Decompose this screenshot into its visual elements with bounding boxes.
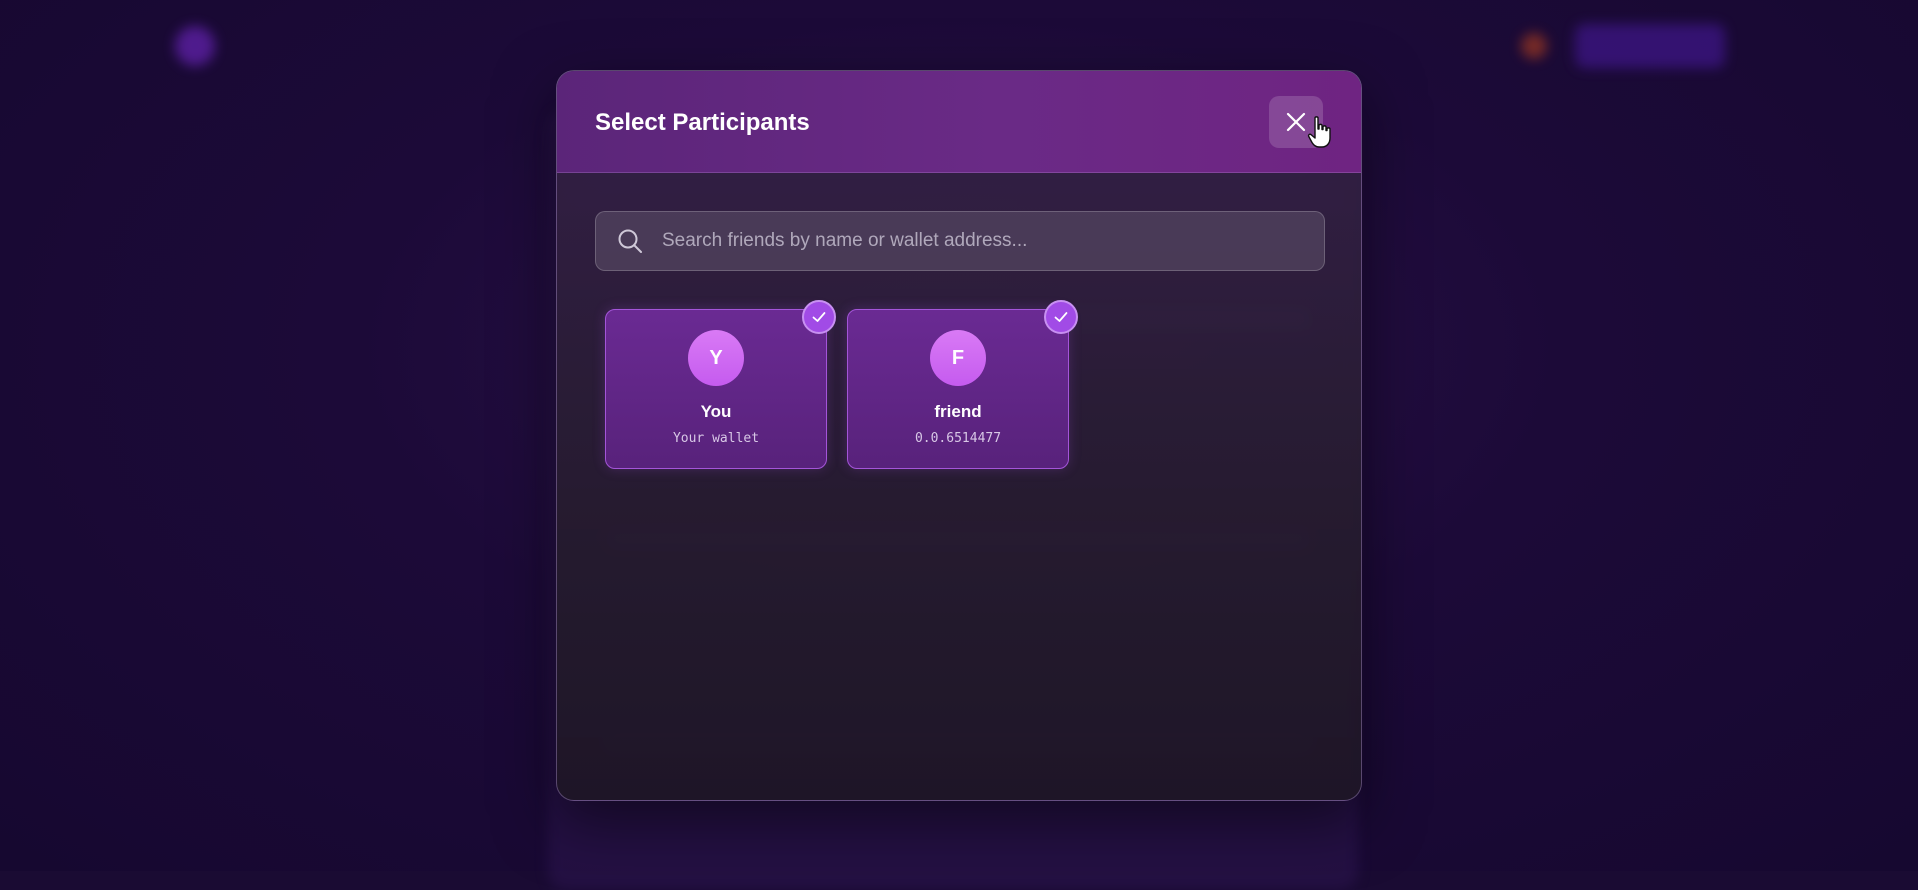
- modal-header: Select Participants: [557, 71, 1361, 173]
- search-input[interactable]: [662, 212, 1324, 270]
- select-participants-modal: Select Participants Y You Your wallet: [556, 70, 1362, 801]
- check-icon: [1053, 309, 1069, 325]
- background-navbar: [175, 18, 1725, 73]
- close-icon: [1284, 110, 1308, 134]
- avatar: Y: [688, 330, 744, 386]
- participant-list: Y You Your wallet F friend 0.0.6514477: [605, 309, 1069, 469]
- participant-wallet: Your wallet: [673, 431, 759, 446]
- participant-name: You: [701, 402, 732, 422]
- background-logo: [175, 26, 215, 66]
- search-icon: [616, 227, 644, 255]
- search-box: [595, 211, 1325, 271]
- participant-card-friend[interactable]: F friend 0.0.6514477: [847, 309, 1069, 469]
- participant-wallet: 0.0.6514477: [915, 431, 1001, 446]
- background-notification-dot: [1521, 33, 1547, 59]
- check-icon: [811, 309, 827, 325]
- modal-title: Select Participants: [595, 109, 810, 137]
- selected-check-badge: [1044, 300, 1078, 334]
- avatar: F: [930, 330, 986, 386]
- participant-card-you[interactable]: Y You Your wallet: [605, 309, 827, 469]
- selected-check-badge: [802, 300, 836, 334]
- background-nav-right: [1521, 24, 1725, 68]
- hand-cursor-icon: [1307, 115, 1333, 149]
- background-wallet-button: [1575, 24, 1725, 68]
- participant-name: friend: [934, 402, 981, 422]
